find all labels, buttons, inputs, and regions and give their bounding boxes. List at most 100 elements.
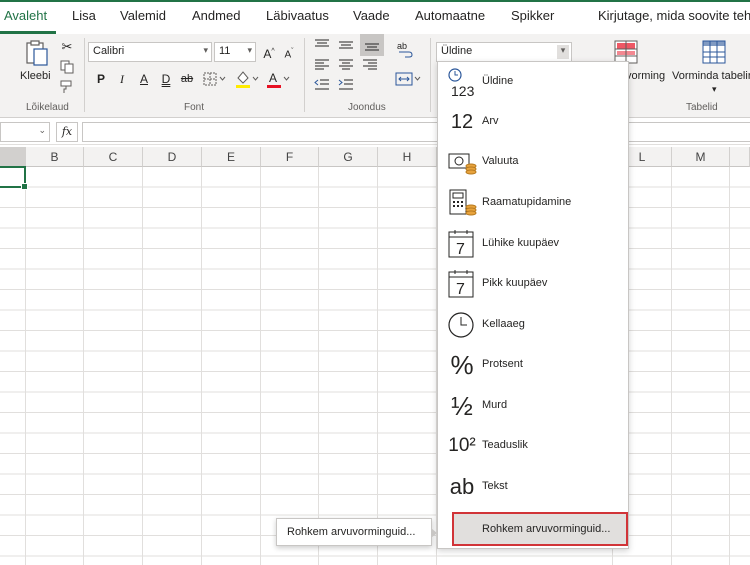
- general-icon: 123: [446, 66, 478, 98]
- tab-insert[interactable]: Lisa: [72, 8, 96, 23]
- accounting-icon: [446, 187, 478, 219]
- double-underline-button[interactable]: D: [157, 70, 175, 88]
- svg-text:ab: ab: [397, 41, 407, 51]
- alignment-group-label: Joondus: [348, 102, 386, 113]
- format-option-label: Protsent: [482, 358, 523, 370]
- short-date-icon: 7: [446, 228, 478, 260]
- more-number-formats-button[interactable]: Rohkem arvuvorminguid...: [452, 512, 628, 546]
- clipboard-group-label: Lõikelaud: [26, 102, 69, 113]
- font-color-icon[interactable]: A: [264, 68, 294, 90]
- column-header[interactable]: D: [143, 147, 202, 167]
- name-box[interactable]: ⌄: [0, 122, 50, 142]
- font-size-combo[interactable]: 11 ▾: [214, 42, 256, 62]
- font-name-combo[interactable]: Calibri ▾: [88, 42, 212, 62]
- column-header-a[interactable]: [0, 147, 26, 167]
- format-option-short-date[interactable]: 7 Lühike kuupäev: [438, 224, 628, 264]
- number-format-combo[interactable]: Üldine ▾: [436, 42, 572, 62]
- format-option-label: Valuuta: [482, 155, 519, 167]
- active-cell[interactable]: [0, 166, 28, 190]
- more-number-formats-label: Rohkem arvuvorminguid...: [482, 523, 611, 535]
- tab-data[interactable]: Andmed: [192, 8, 240, 23]
- column-header[interactable]: G: [319, 147, 378, 167]
- font-name-value: Calibri: [93, 45, 125, 57]
- tooltip: Rohkem arvuvorminguid...: [276, 518, 437, 546]
- format-option-fraction[interactable]: ½ Murd: [438, 386, 628, 426]
- format-as-table-label[interactable]: Vorminda tabelina: [672, 70, 750, 82]
- bold-button[interactable]: P: [92, 70, 110, 88]
- format-as-table-icon[interactable]: [700, 38, 728, 66]
- decrease-indent-icon[interactable]: [312, 76, 332, 94]
- tab-view[interactable]: Vaade: [353, 8, 390, 23]
- align-center-icon[interactable]: [336, 56, 356, 74]
- format-painter-icon[interactable]: [58, 78, 76, 96]
- column-header[interactable]: [730, 147, 750, 167]
- long-date-icon: 7: [446, 268, 478, 300]
- font-size-value: 11: [219, 45, 231, 57]
- format-option-long-date[interactable]: 7 Pikk kuupäev: [438, 264, 628, 304]
- format-option-time[interactable]: Kellaaeg: [438, 305, 628, 345]
- cell-gridlines: [0, 167, 750, 565]
- font-group-label: Font: [184, 102, 205, 113]
- tables-group-label: Tabelid: [686, 102, 718, 113]
- tell-me-search[interactable]: Kirjutage, mida soovite teha: [598, 8, 750, 23]
- paste-button-label[interactable]: Kleebi: [20, 70, 51, 82]
- tab-review[interactable]: Läbivaatus: [266, 8, 329, 23]
- worksheet-grid[interactable]: B C D E F G H L M: [0, 147, 750, 565]
- column-header[interactable]: F: [261, 147, 319, 167]
- number-format-dropdown: 123 Üldine 12 Arv Valuuta Raamatupidamin…: [437, 61, 629, 549]
- column-header[interactable]: H: [378, 147, 437, 167]
- format-option-label: Teaduslik: [482, 439, 528, 451]
- format-option-text[interactable]: ab Tekst: [438, 467, 628, 507]
- format-option-currency[interactable]: Valuuta: [438, 142, 628, 182]
- format-option-label: Üldine: [482, 75, 514, 87]
- copy-icon[interactable]: [58, 58, 76, 76]
- borders-icon[interactable]: [201, 70, 229, 88]
- formula-bar: ⌄ fx: [0, 119, 750, 145]
- increase-indent-icon[interactable]: [336, 76, 356, 94]
- format-option-accounting[interactable]: Raamatupidamine: [438, 183, 628, 223]
- percent-icon: %: [450, 349, 474, 380]
- format-option-general[interactable]: 123 Üldine: [438, 62, 628, 102]
- column-header[interactable]: B: [26, 147, 84, 167]
- column-header[interactable]: C: [84, 147, 143, 167]
- formula-input[interactable]: [82, 122, 750, 142]
- format-option-label: Tekst: [482, 480, 508, 492]
- tab-formulas[interactable]: Valemid: [120, 8, 166, 23]
- column-header[interactable]: M: [672, 147, 730, 167]
- format-option-number[interactable]: 12 Arv: [438, 102, 628, 142]
- format-option-percent[interactable]: % Protsent: [438, 345, 628, 385]
- chevron-down-icon[interactable]: ▾: [712, 84, 717, 95]
- group-separator: [304, 38, 305, 112]
- format-option-label: Lühike kuupäev: [482, 237, 560, 249]
- merge-center-icon[interactable]: [394, 68, 424, 90]
- align-left-icon[interactable]: [312, 56, 332, 74]
- tab-home[interactable]: Avaleht: [4, 8, 47, 23]
- tab-automate[interactable]: Automaatne: [415, 8, 485, 23]
- paste-icon[interactable]: [22, 38, 52, 68]
- cut-icon[interactable]: ✂: [58, 38, 76, 56]
- increase-font-size-icon[interactable]: A^: [260, 43, 278, 61]
- align-middle-icon[interactable]: [336, 36, 356, 54]
- group-separator: [84, 38, 85, 112]
- tab-help[interactable]: Spikker: [511, 8, 554, 23]
- decrease-font-size-icon[interactable]: Aˇ: [280, 43, 298, 61]
- scientific-icon: 10²: [448, 435, 476, 456]
- fraction-icon: ½: [451, 390, 473, 421]
- align-top-icon[interactable]: [312, 36, 332, 54]
- format-option-label: Kellaaeg: [482, 318, 525, 330]
- strikethrough-button[interactable]: ab: [178, 70, 196, 88]
- insert-function-button[interactable]: fx: [56, 122, 78, 142]
- column-header[interactable]: E: [202, 147, 261, 167]
- underline-button[interactable]: A: [135, 70, 153, 88]
- fill-color-icon[interactable]: [233, 68, 263, 90]
- ribbon-tabs: Avaleht Lisa Valemid Andmed Läbivaatus V…: [0, 0, 750, 34]
- wrap-text-icon[interactable]: ab: [394, 38, 416, 60]
- format-option-label: Pikk kuupäev: [482, 277, 548, 289]
- align-bottom-icon[interactable]: [360, 34, 384, 56]
- italic-button[interactable]: I: [113, 70, 131, 88]
- chevron-down-icon: ▾: [557, 45, 569, 59]
- align-right-icon[interactable]: [360, 56, 380, 74]
- conditional-formatting-label[interactable]: vorming: [626, 70, 665, 82]
- svg-text:123: 123: [451, 83, 475, 98]
- format-option-scientific[interactable]: 10² Teaduslik: [438, 426, 628, 466]
